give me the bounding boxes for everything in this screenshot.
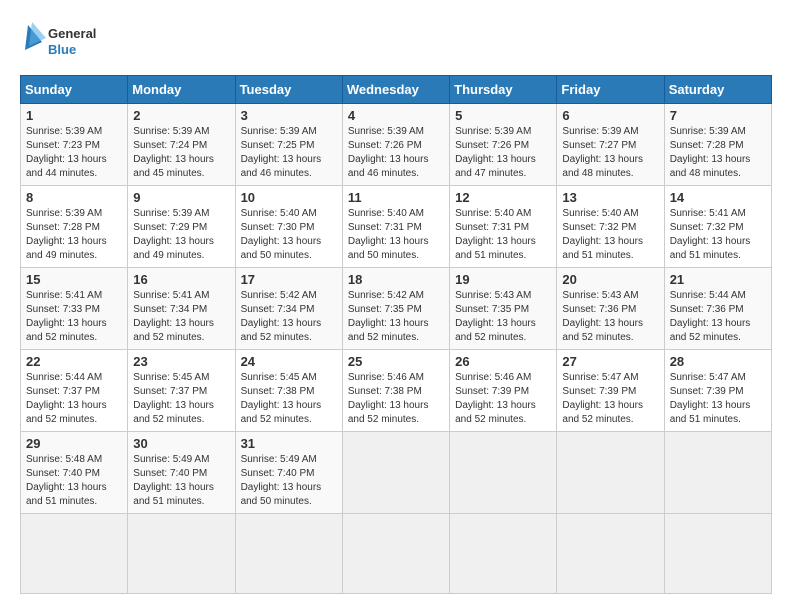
generalblue-logo: General Blue [20,20,120,65]
empty-cell [342,432,449,514]
calendar-day-12: 12Sunrise: 5:40 AMSunset: 7:31 PMDayligh… [450,186,557,268]
calendar-day-15: 15Sunrise: 5:41 AMSunset: 7:33 PMDayligh… [21,268,128,350]
empty-cell [557,514,664,594]
calendar-day-6: 6Sunrise: 5:39 AMSunset: 7:27 PMDaylight… [557,104,664,186]
logo: General Blue [20,20,120,65]
calendar-week-3: 15Sunrise: 5:41 AMSunset: 7:33 PMDayligh… [21,268,772,350]
header-day-sunday: Sunday [21,76,128,104]
page-header: General Blue [20,20,772,65]
empty-cell [21,514,128,594]
calendar-day-29: 29Sunrise: 5:48 AMSunset: 7:40 PMDayligh… [21,432,128,514]
calendar-day-25: 25Sunrise: 5:46 AMSunset: 7:38 PMDayligh… [342,350,449,432]
calendar-day-9: 9Sunrise: 5:39 AMSunset: 7:29 PMDaylight… [128,186,235,268]
calendar-week-6 [21,514,772,594]
calendar-week-2: 8Sunrise: 5:39 AMSunset: 7:28 PMDaylight… [21,186,772,268]
calendar-day-31: 31Sunrise: 5:49 AMSunset: 7:40 PMDayligh… [235,432,342,514]
calendar-day-28: 28Sunrise: 5:47 AMSunset: 7:39 PMDayligh… [664,350,771,432]
calendar-week-4: 22Sunrise: 5:44 AMSunset: 7:37 PMDayligh… [21,350,772,432]
calendar-day-18: 18Sunrise: 5:42 AMSunset: 7:35 PMDayligh… [342,268,449,350]
calendar-week-1: 1Sunrise: 5:39 AMSunset: 7:23 PMDaylight… [21,104,772,186]
calendar-day-22: 22Sunrise: 5:44 AMSunset: 7:37 PMDayligh… [21,350,128,432]
calendar-day-21: 21Sunrise: 5:44 AMSunset: 7:36 PMDayligh… [664,268,771,350]
calendar-day-14: 14Sunrise: 5:41 AMSunset: 7:32 PMDayligh… [664,186,771,268]
header-day-friday: Friday [557,76,664,104]
calendar-day-13: 13Sunrise: 5:40 AMSunset: 7:32 PMDayligh… [557,186,664,268]
calendar-day-11: 11Sunrise: 5:40 AMSunset: 7:31 PMDayligh… [342,186,449,268]
calendar-day-24: 24Sunrise: 5:45 AMSunset: 7:38 PMDayligh… [235,350,342,432]
empty-cell [664,514,771,594]
header-day-wednesday: Wednesday [342,76,449,104]
header-day-tuesday: Tuesday [235,76,342,104]
header-day-saturday: Saturday [664,76,771,104]
calendar-week-5: 29Sunrise: 5:48 AMSunset: 7:40 PMDayligh… [21,432,772,514]
calendar-day-1: 1Sunrise: 5:39 AMSunset: 7:23 PMDaylight… [21,104,128,186]
calendar-day-2: 2Sunrise: 5:39 AMSunset: 7:24 PMDaylight… [128,104,235,186]
calendar-day-16: 16Sunrise: 5:41 AMSunset: 7:34 PMDayligh… [128,268,235,350]
empty-cell [128,514,235,594]
empty-cell [342,514,449,594]
calendar-body: 1Sunrise: 5:39 AMSunset: 7:23 PMDaylight… [21,104,772,594]
svg-text:General: General [48,26,96,41]
calendar-day-20: 20Sunrise: 5:43 AMSunset: 7:36 PMDayligh… [557,268,664,350]
header-day-monday: Monday [128,76,235,104]
calendar-day-19: 19Sunrise: 5:43 AMSunset: 7:35 PMDayligh… [450,268,557,350]
empty-cell [450,432,557,514]
calendar-day-26: 26Sunrise: 5:46 AMSunset: 7:39 PMDayligh… [450,350,557,432]
calendar-day-7: 7Sunrise: 5:39 AMSunset: 7:28 PMDaylight… [664,104,771,186]
empty-cell [235,514,342,594]
calendar-day-30: 30Sunrise: 5:49 AMSunset: 7:40 PMDayligh… [128,432,235,514]
calendar-table: SundayMondayTuesdayWednesdayThursdayFrid… [20,75,772,594]
calendar-day-5: 5Sunrise: 5:39 AMSunset: 7:26 PMDaylight… [450,104,557,186]
calendar-day-4: 4Sunrise: 5:39 AMSunset: 7:26 PMDaylight… [342,104,449,186]
calendar-day-10: 10Sunrise: 5:40 AMSunset: 7:30 PMDayligh… [235,186,342,268]
calendar-header: SundayMondayTuesdayWednesdayThursdayFrid… [21,76,772,104]
calendar-day-17: 17Sunrise: 5:42 AMSunset: 7:34 PMDayligh… [235,268,342,350]
empty-cell [557,432,664,514]
calendar-day-3: 3Sunrise: 5:39 AMSunset: 7:25 PMDaylight… [235,104,342,186]
empty-cell [664,432,771,514]
header-row: SundayMondayTuesdayWednesdayThursdayFrid… [21,76,772,104]
svg-text:Blue: Blue [48,42,76,57]
empty-cell [450,514,557,594]
calendar-day-8: 8Sunrise: 5:39 AMSunset: 7:28 PMDaylight… [21,186,128,268]
calendar-day-23: 23Sunrise: 5:45 AMSunset: 7:37 PMDayligh… [128,350,235,432]
calendar-day-27: 27Sunrise: 5:47 AMSunset: 7:39 PMDayligh… [557,350,664,432]
header-day-thursday: Thursday [450,76,557,104]
